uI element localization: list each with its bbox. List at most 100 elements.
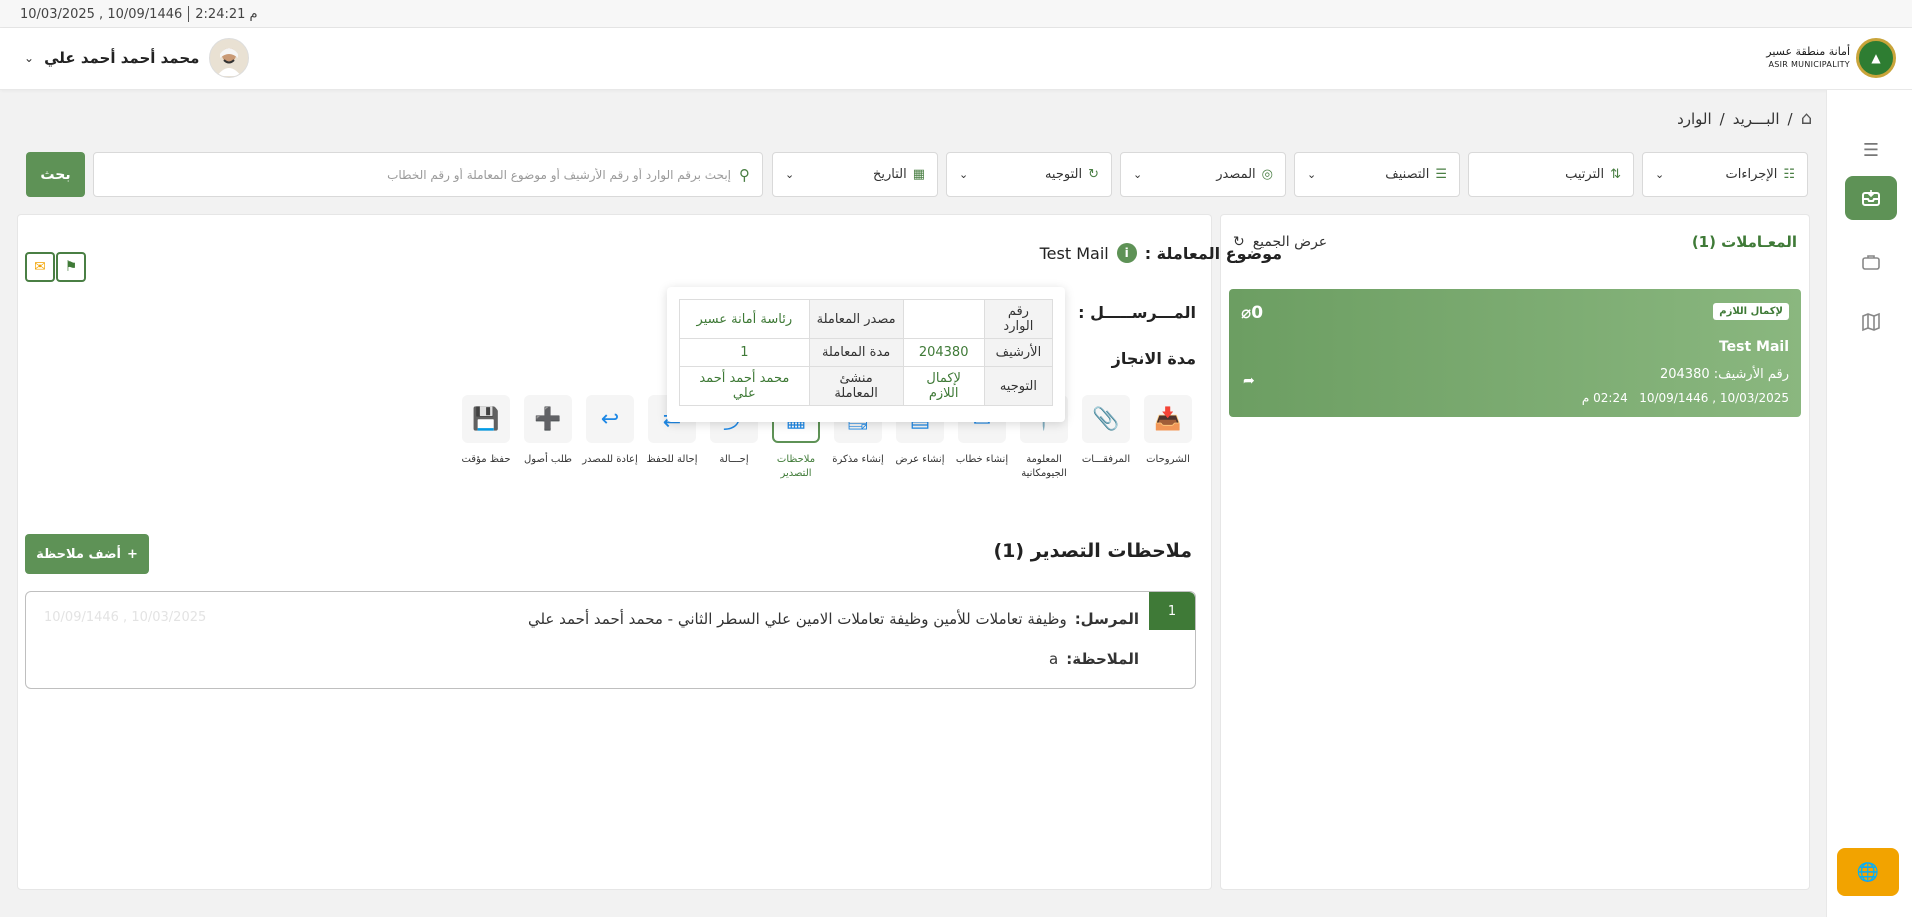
action-label: المرفقـــات <box>1081 454 1131 465</box>
action-label: إنشاء مذكرة <box>832 454 884 465</box>
action-label: إنشاء خطاب <box>955 454 1009 465</box>
search-button[interactable]: بحث <box>26 152 85 197</box>
note-item: 1 المرسل: وظيفة تعاملات للأمين وظيفة تعا… <box>25 591 1196 689</box>
home-icon[interactable]: ⌂ <box>1801 108 1812 129</box>
status-badge: لإكمال اللازم <box>1713 303 1789 320</box>
search-input[interactable] <box>106 167 731 182</box>
forward-icon[interactable]: ➦ <box>1243 373 1255 389</box>
add-note-label: أضف ملاحظة <box>36 546 121 562</box>
card-time: 02:24 م <box>1581 391 1628 405</box>
chevron-down-icon: ⌄ <box>1655 168 1665 181</box>
note-number: 1 <box>1149 592 1195 630</box>
checklist-icon: ☷ <box>1783 167 1795 182</box>
search-icon: ⚲ <box>739 165 750 184</box>
routing-filter-label: التوجيه <box>1044 167 1083 182</box>
info-key: التوجيه <box>983 366 1054 406</box>
logo-english: ASIR MUNICIPALITY <box>1768 60 1850 69</box>
transactions-panel: المعـاملات (1) عرض الجميع ↻ لإكمال اللاز… <box>1220 214 1810 890</box>
action-save[interactable]: 💾 حفظ مؤقت <box>458 395 514 467</box>
action-label: المعلومة الجيومكانية <box>1021 454 1067 479</box>
list-icon: ☰ <box>1435 167 1447 182</box>
breadcrumb-mail[interactable]: البـــريد <box>1733 110 1780 128</box>
municipality-seal-icon: ▲ <box>1856 38 1896 78</box>
sort-filter[interactable]: ⇅ الترتيب <box>1468 152 1634 197</box>
inbox-icon[interactable] <box>1845 176 1897 220</box>
calendar-icon: ▦ <box>912 167 925 182</box>
classification-filter[interactable]: ☰ التصنيف ⌄ <box>1294 152 1460 197</box>
action-paperclip[interactable]: 📎 المرفقـــات <box>1078 395 1134 467</box>
info-icon[interactable]: i <box>1116 243 1137 263</box>
action-label: إحالة للحفظ <box>646 454 698 465</box>
info-value: لإكمال اللازم <box>902 366 985 406</box>
actions-filter[interactable]: ☷ الإجراءات ⌄ <box>1642 152 1808 197</box>
breadcrumb-inbox: الوارد <box>1677 109 1712 128</box>
map-icon[interactable] <box>1845 300 1897 344</box>
add-note-button[interactable]: + أضف ملاحظة <box>25 534 149 574</box>
date-filter-label: التاريخ <box>872 167 907 182</box>
notes-title: ملاحظات التصدير (1) <box>993 540 1192 562</box>
source-filter[interactable]: ◎ المصدر ⌄ <box>1120 152 1286 197</box>
globe-icon: ◎ <box>1261 167 1273 182</box>
avatar[interactable] <box>209 38 250 78</box>
info-key: منشئ المعاملة <box>808 366 904 406</box>
note-date: 10/09/1446 , 10/03/2025 <box>44 610 207 625</box>
datetime: 10/03/2025 , 10/09/1446 2:24:21 م <box>20 6 258 22</box>
breadcrumb: ⌂ / البـــريد / الوارد <box>1677 108 1812 129</box>
inbox-icon: 📥 <box>1144 395 1192 443</box>
action-label: حفظ مؤقت <box>461 454 511 465</box>
action-inbox[interactable]: 📥 الشروحات <box>1140 395 1196 467</box>
save-icon: 💾 <box>462 395 510 443</box>
sender-label: المـــرســـــل : <box>1078 303 1196 322</box>
info-row: الأرشيف 204380 مدة المعاملة 1 <box>679 338 1054 367</box>
note-sender-label: المرسل: <box>1074 610 1139 628</box>
redo-icon: ↻ <box>1088 167 1099 182</box>
action-label: إنشاء عرض <box>895 454 945 465</box>
action-return-mail[interactable]: ↩ إعادة للمصدر <box>582 395 638 467</box>
app-header: ▲ أمانة منطقة عسير ASIR MUNICIPALITY ⌄ م… <box>0 28 1912 90</box>
flag-icon[interactable]: ⚑ <box>56 252 86 282</box>
date-filter[interactable]: ▦ التاريخ ⌄ <box>772 152 938 197</box>
action-label: الشروحات <box>1146 454 1190 465</box>
chevron-down-icon: ⌄ <box>1133 168 1143 181</box>
action-label: إحـــالة <box>719 454 749 465</box>
globe-icon[interactable]: 🌐 <box>1837 848 1899 896</box>
source-filter-label: المصدر <box>1216 167 1256 182</box>
user-avatar-icon <box>211 40 248 76</box>
note-body-value: a <box>1049 650 1059 668</box>
card-archive-number: رقم الأرشيف: 204380 <box>1659 367 1789 382</box>
routing-filter[interactable]: ↻ التوجيه ⌄ <box>946 152 1112 197</box>
note-sender: المرسل: وظيفة تعاملات للأمين وظيفة تعامل… <box>528 610 1139 628</box>
paperclip-icon: 📎 <box>1082 395 1130 443</box>
plus-icon: + <box>126 546 138 562</box>
mail-open-icon[interactable]: ✉ <box>25 252 55 282</box>
subject-value: Test Mail <box>1039 243 1109 263</box>
note-sender-value: وظيفة تعاملات للأمين وظيفة تعاملات الامي… <box>527 610 1067 628</box>
paperclip-icon: ⌀ <box>1241 303 1252 323</box>
transaction-card[interactable]: لإكمال اللازم ⌀0 Test Mail رقم الأرشيف: … <box>1229 289 1801 417</box>
info-row: التوجيه لإكمال اللازم منشئ المعاملة محمد أح… <box>679 366 1054 406</box>
classification-filter-label: التصنيف <box>1385 167 1430 182</box>
top-status-bar: 10/03/2025 , 10/09/1446 2:24:21 م <box>0 0 1912 28</box>
user-name: محمد أحمد أحمد علي <box>44 49 200 67</box>
transactions-header: المعـاملات (1) عرض الجميع ↻ <box>1233 233 1797 251</box>
action-label: إعادة للمصدر <box>582 454 638 465</box>
user-menu[interactable]: ⌄ محمد أحمد أحمد علي <box>24 38 250 78</box>
request-add-icon: ➕ <box>524 395 572 443</box>
menu-toggle-icon[interactable]: ☰ <box>1845 128 1897 172</box>
chevron-down-icon[interactable]: ⌄ <box>24 51 34 65</box>
briefcase-icon[interactable] <box>1845 240 1897 284</box>
return-mail-icon: ↩ <box>586 395 634 443</box>
action-request-add[interactable]: ➕ طلب أصول <box>520 395 576 467</box>
search-box[interactable]: ⚲ <box>93 152 763 197</box>
info-key: الأرشيف <box>983 338 1054 367</box>
subject-row: موضوع المعاملة : i Test Mail <box>1040 243 1282 263</box>
divider <box>188 6 190 22</box>
note-body-label: الملاحظة: <box>1066 650 1139 668</box>
logo[interactable]: ▲ أمانة منطقة عسير ASIR MUNICIPALITY <box>1766 38 1896 78</box>
chevron-down-icon: ⌄ <box>959 168 969 181</box>
sort-filter-label: الترتيب <box>1565 167 1605 182</box>
transactions-count: المعـاملات (1) <box>1691 233 1797 251</box>
breadcrumb-sep: / <box>1787 109 1793 128</box>
info-key: مدة المعاملة <box>808 338 904 367</box>
note-body: الملاحظة: a <box>1049 650 1139 668</box>
